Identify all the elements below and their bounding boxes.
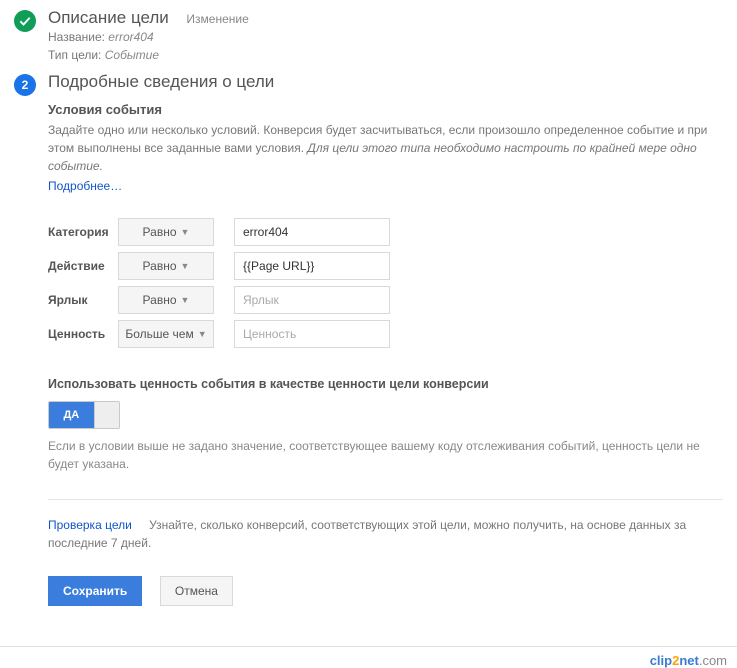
operator-dropdown[interactable]: Равно▼ [118,252,214,280]
conditions-heading: Условия события [48,102,723,117]
step1-title: Описание цели [48,8,169,27]
operator-dropdown[interactable]: Равно▼ [118,286,214,314]
condition-label: Ценность [48,327,118,341]
cancel-button[interactable]: Отмена [160,576,233,606]
value-input[interactable] [234,320,390,348]
condition-row-category: Категория Равно▼ [48,215,723,249]
step-details: 2 Подробные сведения о цели Условия собы… [14,72,723,606]
chevron-down-icon: ▼ [181,295,190,305]
toggle-on-label: ДА [49,402,94,428]
operator-dropdown[interactable]: Равно▼ [118,218,214,246]
footer-bar: clip2net.com [0,646,737,668]
condition-label: Категория [48,225,118,239]
brand-logo: clip2net.com [650,653,727,668]
divider [48,499,723,500]
change-link[interactable]: Изменение [186,12,248,26]
use-value-toggle[interactable]: ДА [48,401,120,429]
save-button[interactable]: Сохранить [48,576,142,606]
more-link[interactable]: Подробнее… [48,179,723,193]
category-input[interactable] [234,218,390,246]
step-description: Описание цели Изменение Название: error4… [14,8,723,64]
condition-row-value: Ценность Больше чем▼ [48,317,723,351]
toggle-handle [94,402,119,428]
condition-row-action: Действие Равно▼ [48,249,723,283]
chevron-down-icon: ▼ [198,329,207,339]
chevron-down-icon: ▼ [181,261,190,271]
check-goal-link[interactable]: Проверка цели [48,518,132,532]
condition-row-label: Ярлык Равно▼ [48,283,723,317]
use-value-caption: Если в условии выше не задано значение, … [48,437,723,473]
check-goal-row: Проверка цели Узнайте, сколько конверсий… [48,516,723,552]
label-input[interactable] [234,286,390,314]
use-value-heading: Использовать ценность события в качестве… [48,377,723,391]
goal-name-summary: Название: error404 [48,28,723,46]
check-goal-text: Узнайте, сколько конверсий, соответствую… [48,518,686,550]
operator-dropdown[interactable]: Больше чем▼ [118,320,214,348]
checkmark-icon [14,10,36,32]
conditions-help: Задайте одно или несколько условий. Конв… [48,121,723,175]
goal-type-summary: Тип цели: Событие [48,46,723,64]
chevron-down-icon: ▼ [181,227,190,237]
action-input[interactable] [234,252,390,280]
condition-label: Ярлык [48,293,118,307]
step-number-icon: 2 [14,74,36,96]
condition-label: Действие [48,259,118,273]
step2-title: Подробные сведения о цели [48,72,723,92]
